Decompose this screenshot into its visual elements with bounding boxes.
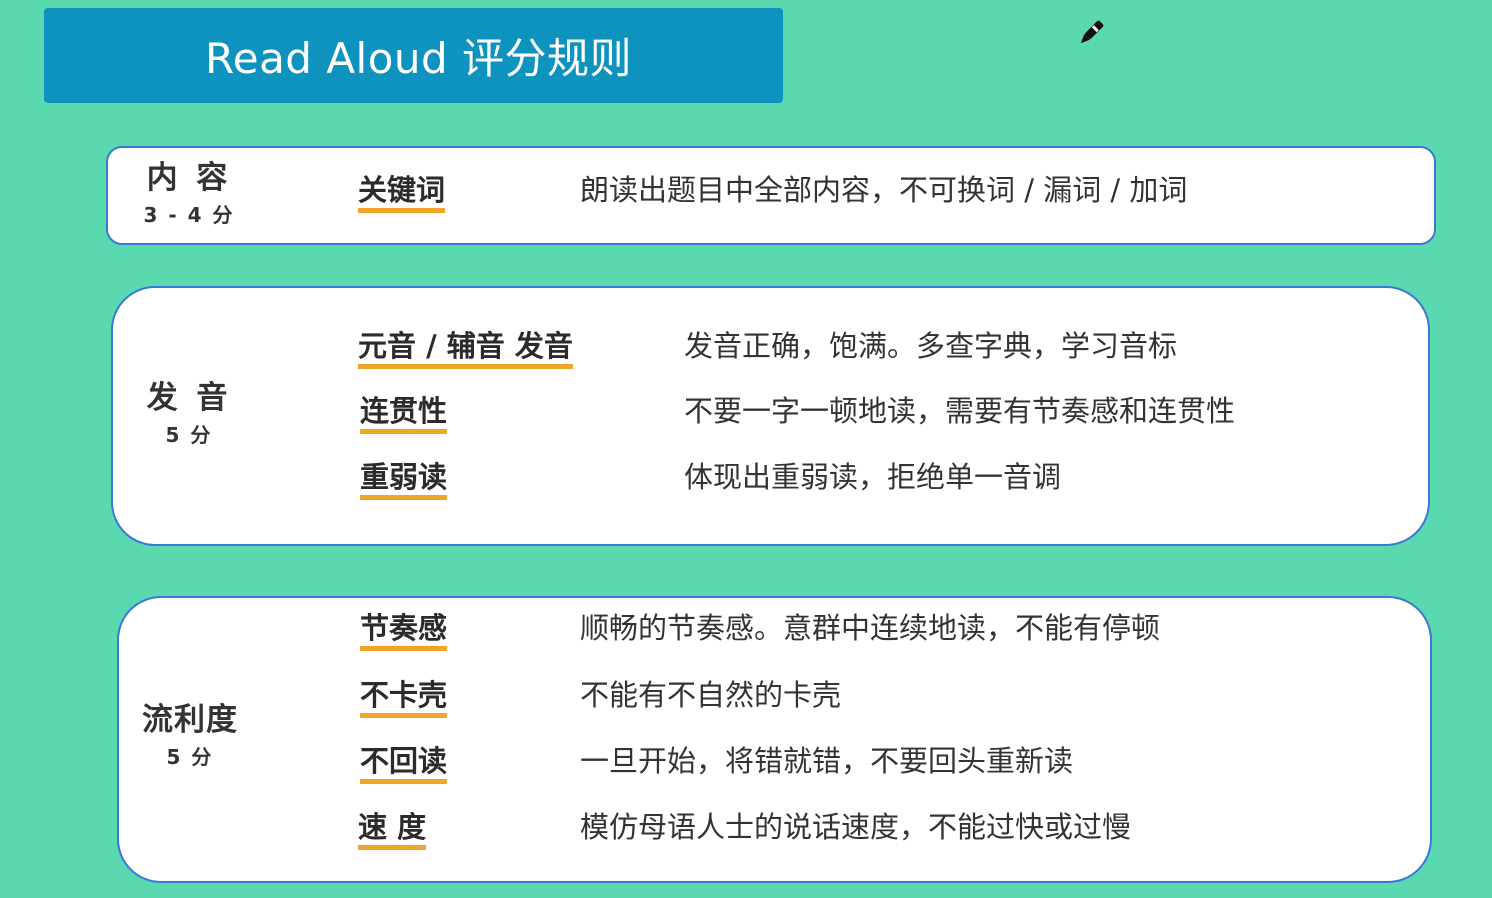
section-name: 流利度 (142, 702, 238, 738)
criterion-text: 模仿母语人士的说话速度，不能过快或过慢 (580, 810, 1132, 844)
criterion-text: 一旦开始，将错就错，不要回头重新读 (580, 744, 1074, 778)
criterion-text: 体现出重弱读，拒绝单一音调 (684, 460, 1062, 494)
keyword-label: 不卡壳 (360, 681, 448, 718)
criterion-text: 发音正确，饱满。多查字典，学习音标 (684, 329, 1178, 363)
section-name: 内 容 (146, 160, 232, 196)
keyword-label: 重弱读 (360, 463, 448, 500)
section-content-card: 内 容 3 - 4 分 关键词 朗读出题目中全部内容，不可换词 / 漏词 / 加… (106, 146, 1436, 245)
criterion-text: 不要一字一顿地读，需要有节奏感和连贯性 (684, 394, 1236, 428)
pen-icon (1080, 20, 1104, 44)
keyword-label: 不回读 (360, 747, 448, 784)
section-name: 发 音 (146, 380, 232, 416)
section-score: 3 - 4 分 (143, 203, 235, 228)
criterion-text: 不能有不自然的卡壳 (580, 678, 842, 712)
section-pronunciation-card: 发 音 5 分 元音 / 辅音 发音 发音正确，饱满。多查字典，学习音标 连贯性… (111, 286, 1430, 546)
criterion-text: 朗读出题目中全部内容，不可换词 / 漏词 / 加词 (580, 173, 1188, 207)
title-banner: Read Aloud 评分规则 (44, 8, 783, 103)
keyword-label: 关键词 (358, 176, 446, 213)
section-header: 发 音 5 分 (130, 380, 248, 448)
keyword-label: 节奏感 (360, 614, 448, 651)
page-title: Read Aloud 评分规则 (204, 34, 633, 83)
keyword-label: 元音 / 辅音 发音 (358, 332, 573, 369)
keyword-label: 速 度 (358, 813, 427, 850)
section-score: 5 分 (166, 745, 214, 770)
section-header: 流利度 5 分 (129, 702, 251, 770)
section-header: 内 容 3 - 4 分 (130, 160, 248, 228)
keyword-label: 连贯性 (360, 397, 448, 434)
section-score: 5 分 (165, 423, 213, 448)
section-fluency-card: 流利度 5 分 节奏感 顺畅的节奏感。意群中连续地读，不能有停顿 不卡壳 不能有… (117, 596, 1432, 883)
criterion-text: 顺畅的节奏感。意群中连续地读，不能有停顿 (580, 611, 1161, 645)
